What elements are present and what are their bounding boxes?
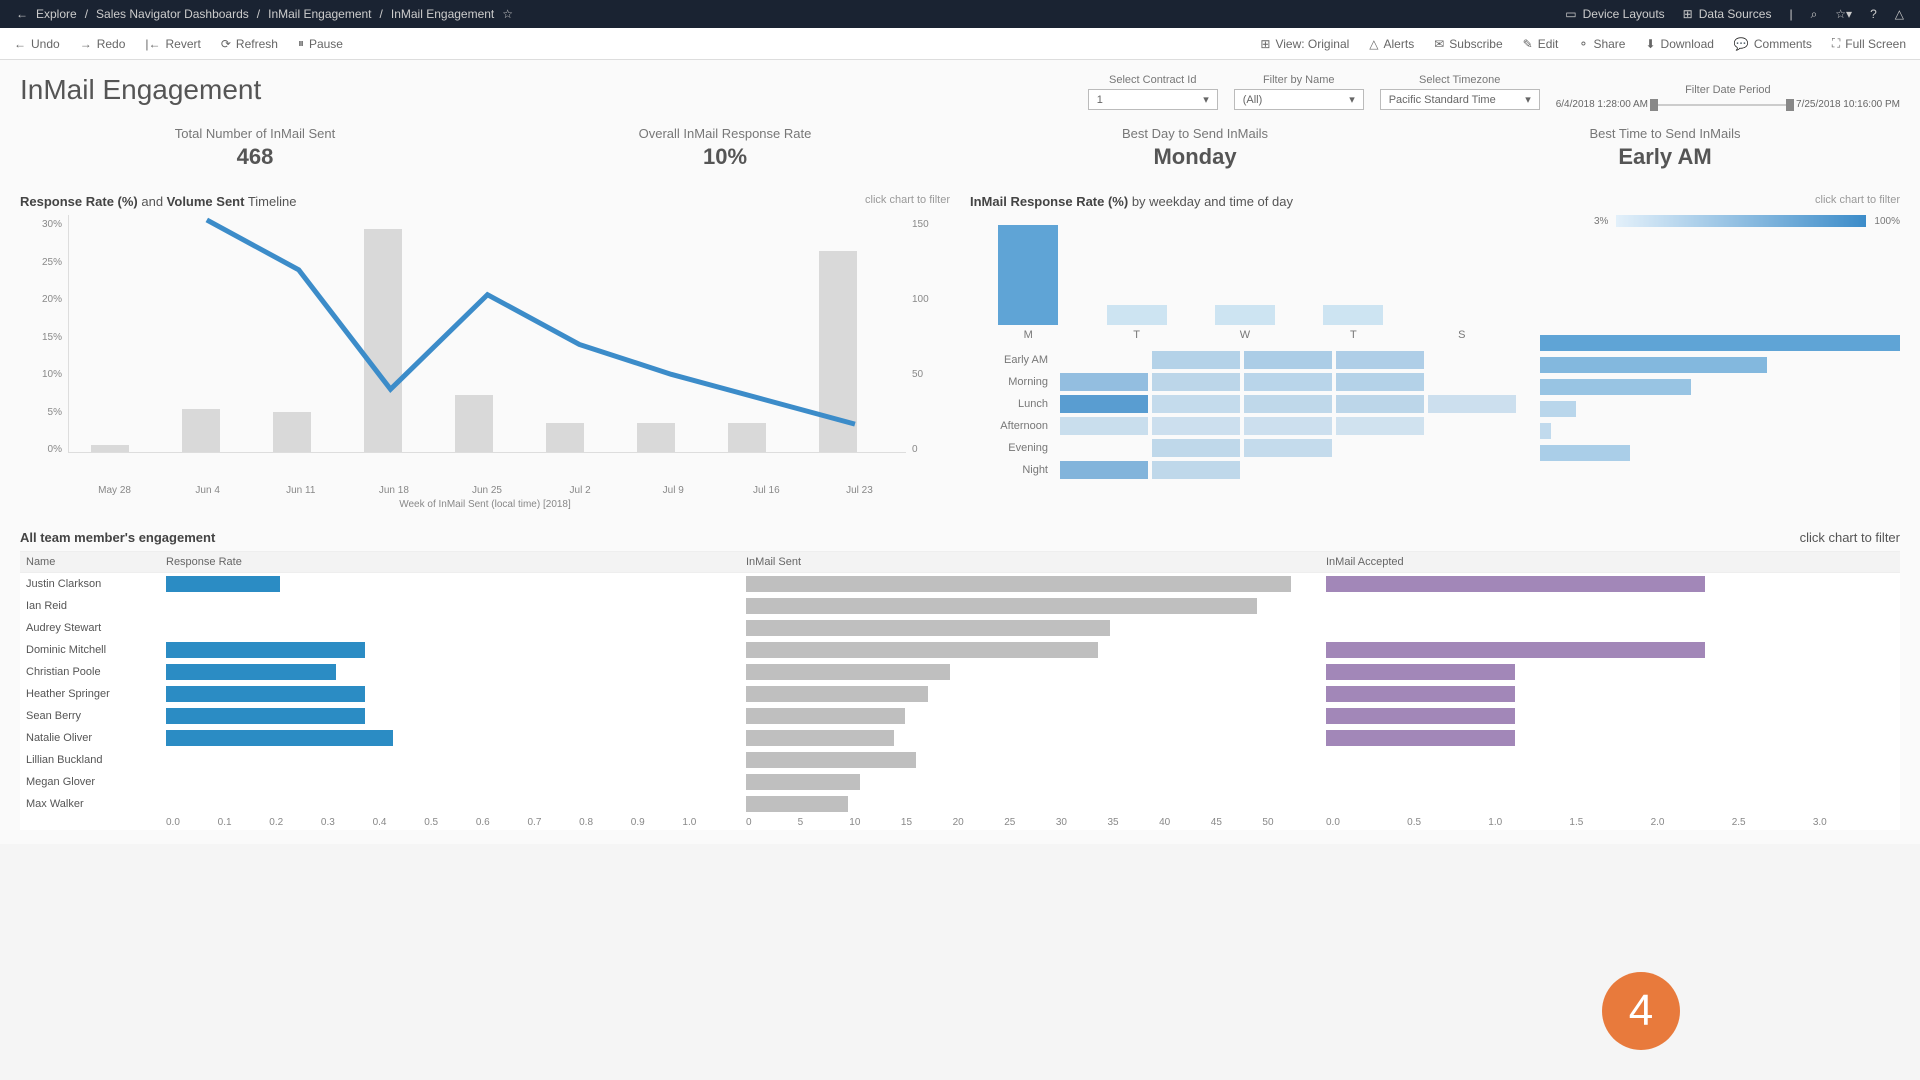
timezone-select[interactable]: Pacific Standard Time▾: [1380, 89, 1540, 110]
date-label: Filter Date Period: [1685, 84, 1771, 96]
kpi-rate-label: Overall InMail Response Rate: [490, 126, 960, 141]
date-slider[interactable]: 6/4/2018 1:28:00 AM 7/25/2018 10:16:00 P…: [1556, 99, 1900, 110]
kpi-day-label: Best Day to Send InMails: [960, 126, 1430, 141]
back-icon[interactable]: ←: [16, 7, 28, 21]
chevron-down-icon: ▾: [1349, 93, 1355, 106]
kpi-rate-value: 10%: [490, 144, 960, 170]
view-button[interactable]: ⊞ View: Original: [1260, 37, 1349, 51]
chevron-down-icon: ▾: [1525, 93, 1531, 106]
kpi-total-label: Total Number of InMail Sent: [20, 126, 490, 141]
revert-button[interactable]: |← Revert: [145, 37, 200, 51]
chart-hint: click chart to filter: [865, 194, 950, 209]
heatmap-chart[interactable]: InMail Response Rate (%) by weekday and …: [970, 194, 1900, 510]
comments-button[interactable]: 💬 Comments: [1734, 37, 1812, 51]
star-icon[interactable]: ☆: [502, 7, 513, 21]
data-sources-button[interactable]: ⊞ Data Sources: [1683, 7, 1772, 21]
date-from: 6/4/2018 1:28:00 AM: [1556, 99, 1648, 110]
edit-button[interactable]: ✎ Edit: [1523, 37, 1559, 51]
top-nav: ← Explore/ Sales Navigator Dashboards/ I…: [0, 0, 1920, 28]
chevron-down-icon: ▾: [1203, 93, 1209, 106]
share-button[interactable]: ⚬ Share: [1578, 37, 1625, 51]
name-select[interactable]: (All)▾: [1234, 89, 1364, 110]
kpi-day-value: Monday: [960, 144, 1430, 170]
contract-label: Select Contract Id: [1109, 74, 1196, 86]
help-icon[interactable]: ?: [1870, 7, 1877, 21]
breadcrumb-l3: InMail Engagement: [391, 7, 494, 21]
refresh-button[interactable]: ⟳ Refresh: [221, 37, 278, 51]
device-layouts-button[interactable]: ▭ Device Layouts: [1565, 7, 1664, 21]
col-sent: InMail Sent: [740, 552, 1320, 573]
step-badge: 4: [1602, 972, 1680, 1050]
x-axis-title: Week of InMail Sent (local time) [2018]: [20, 499, 950, 510]
breadcrumb-explore[interactable]: Explore: [36, 7, 77, 21]
pause-button[interactable]: ⏸ Pause: [298, 36, 343, 51]
subscribe-button[interactable]: ✉ Subscribe: [1434, 37, 1502, 51]
breadcrumb: ← Explore/ Sales Navigator Dashboards/ I…: [16, 7, 513, 21]
col-acc: InMail Accepted: [1320, 552, 1900, 573]
team-title: All team member's engagement: [20, 530, 215, 545]
chart-hint: click chart to filter: [1815, 194, 1900, 209]
kpi-time-label: Best Time to Send InMails: [1430, 126, 1900, 141]
legend-min: 3%: [1594, 216, 1608, 227]
timeline-chart[interactable]: Response Rate (%) and Volume Sent Timeli…: [20, 194, 950, 510]
notifications-icon[interactable]: △: [1895, 7, 1904, 21]
col-name: Name: [20, 552, 160, 573]
legend-max: 100%: [1874, 216, 1900, 227]
undo-button[interactable]: ← Undo: [14, 37, 60, 51]
team-table[interactable]: Name Justin ClarksonIan ReidAudrey Stewa…: [20, 551, 1900, 830]
page-title: InMail Engagement: [20, 74, 261, 106]
date-to: 7/25/2018 10:16:00 PM: [1796, 99, 1900, 110]
search-icon[interactable]: ⌕: [1811, 7, 1818, 22]
name-filter-label: Filter by Name: [1263, 74, 1335, 86]
toolbar: ← Undo → Redo |← Revert ⟳ Refresh ⏸ Paus…: [0, 28, 1920, 60]
timezone-label: Select Timezone: [1419, 74, 1500, 86]
alerts-button[interactable]: △ Alerts: [1369, 37, 1414, 51]
col-resp: Response Rate: [160, 552, 740, 573]
kpi-time-value: Early AM: [1430, 144, 1900, 170]
legend-gradient: [1616, 215, 1866, 227]
team-hint: click chart to filter: [1800, 530, 1900, 545]
breadcrumb-l1[interactable]: Sales Navigator Dashboards: [96, 7, 249, 21]
favorite-icon[interactable]: ☆▾: [1835, 7, 1852, 21]
breadcrumb-l2[interactable]: InMail Engagement: [268, 7, 371, 21]
download-button[interactable]: ⬇ Download: [1645, 37, 1713, 51]
redo-button[interactable]: → Redo: [80, 37, 126, 51]
kpi-total-value: 468: [20, 144, 490, 170]
contract-select[interactable]: 1▾: [1088, 89, 1218, 110]
fullscreen-button[interactable]: ⛶ Full Screen: [1832, 36, 1906, 51]
